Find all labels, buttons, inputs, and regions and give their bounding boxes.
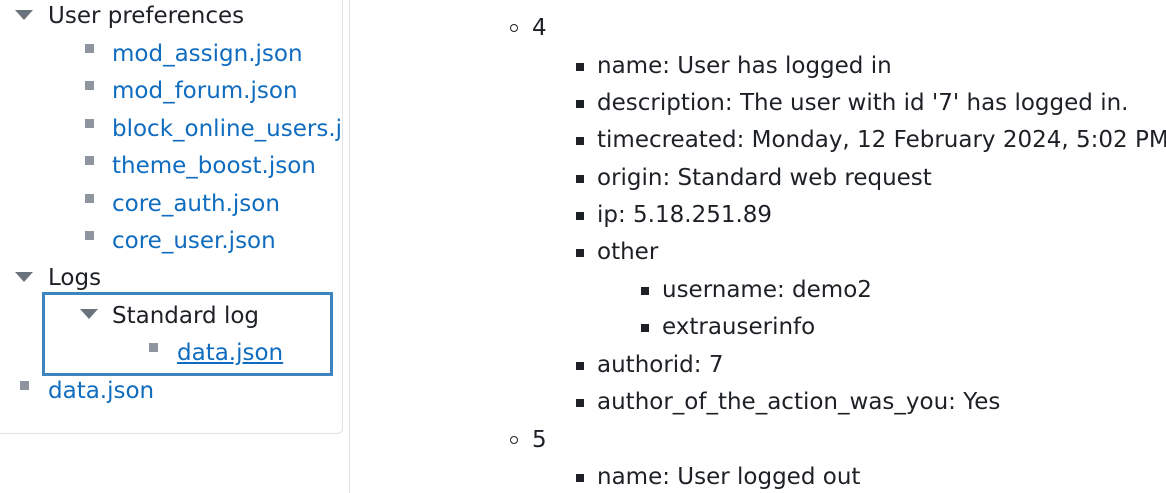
file-link-theme-boost[interactable]: theme_boost.json xyxy=(112,151,316,181)
field-description: description: The user with id '7' has lo… xyxy=(597,90,1129,116)
field-other: other xyxy=(597,239,659,265)
square-bullet-icon xyxy=(576,474,584,482)
field-timecreated: timecreated: Monday, 12 February 2024, 5… xyxy=(597,127,1166,153)
entry-index-4: 4 xyxy=(532,15,547,41)
file-bullet-icon xyxy=(85,156,94,165)
tree-node-user-preferences[interactable]: User preferences xyxy=(48,1,244,31)
file-link-core-user[interactable]: core_user.json xyxy=(112,226,276,256)
square-bullet-icon xyxy=(576,63,584,71)
file-link-core-auth[interactable]: core_auth.json xyxy=(112,189,280,219)
field-name: name: User has logged in xyxy=(597,53,892,79)
cutoff-previous-line xyxy=(660,0,900,4)
field-extrauserinfo: extrauserinfo xyxy=(662,314,816,340)
circle-bullet-icon xyxy=(510,24,518,32)
square-bullet-icon xyxy=(576,249,584,257)
tree-node-standard-log[interactable]: Standard log xyxy=(112,301,259,331)
tree-node-logs[interactable]: Logs xyxy=(48,263,101,293)
field-ip: ip: 5.18.251.89 xyxy=(597,202,773,228)
square-bullet-icon xyxy=(641,287,649,295)
file-link-standard-log-data[interactable]: data.json xyxy=(177,338,283,368)
field-author-of-action: author_of_the_action_was_you: Yes xyxy=(597,389,1001,415)
expand-user-preferences-icon[interactable] xyxy=(15,10,33,20)
square-bullet-icon xyxy=(576,100,584,108)
file-link-mod-forum[interactable]: mod_forum.json xyxy=(112,76,298,106)
file-link-root-data[interactable]: data.json xyxy=(48,376,154,406)
field-origin: origin: Standard web request xyxy=(597,165,932,191)
file-tree-panel: User preferences mod_assign.json mod_for… xyxy=(0,0,343,434)
entry-index-5: 5 xyxy=(532,427,547,453)
square-bullet-icon xyxy=(576,362,584,370)
expand-logs-icon[interactable] xyxy=(15,272,33,282)
field-authorid: authorid: 7 xyxy=(597,352,724,378)
square-bullet-icon xyxy=(576,212,584,220)
field-name: name: User logged out xyxy=(597,464,861,490)
file-link-mod-assign[interactable]: mod_assign.json xyxy=(112,39,303,69)
file-link-block-online-users[interactable]: block_online_users.json xyxy=(112,114,342,144)
file-bullet-icon xyxy=(20,381,29,390)
file-bullet-icon xyxy=(149,343,158,352)
square-bullet-icon xyxy=(576,137,584,145)
file-bullet-icon xyxy=(85,231,94,240)
circle-bullet-icon xyxy=(510,436,518,444)
file-bullet-icon xyxy=(85,44,94,53)
expand-standard-log-icon[interactable] xyxy=(80,309,98,319)
file-bullet-icon xyxy=(85,81,94,90)
square-bullet-icon xyxy=(576,175,584,183)
panel-divider xyxy=(349,0,350,493)
square-bullet-icon xyxy=(641,324,649,332)
file-bullet-icon xyxy=(85,119,94,128)
file-bullet-icon xyxy=(85,194,94,203)
field-username: username: demo2 xyxy=(662,277,872,303)
square-bullet-icon xyxy=(576,399,584,407)
